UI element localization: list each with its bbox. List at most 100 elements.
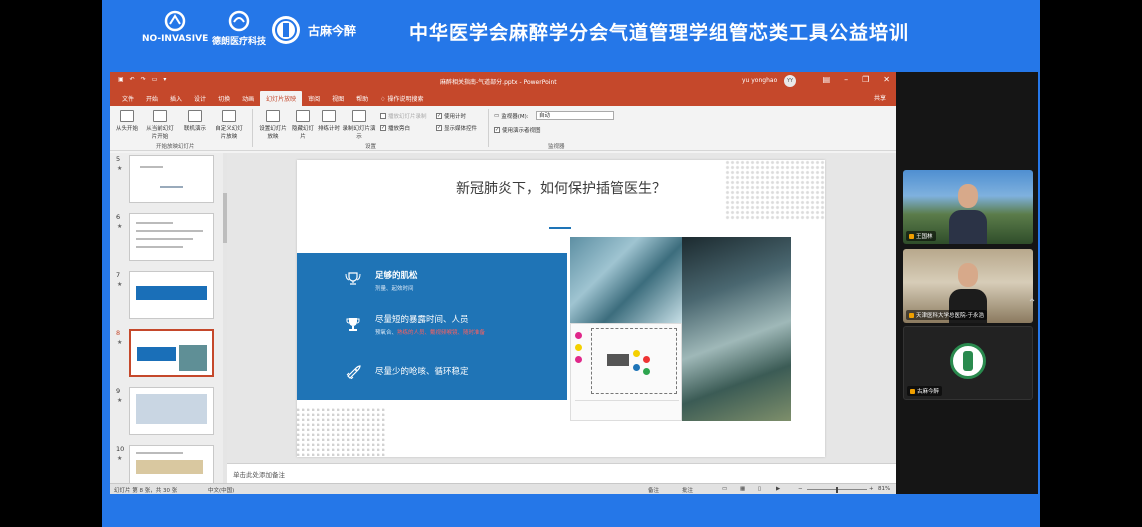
redo-icon[interactable]: ↷ — [141, 76, 146, 83]
slide-sorter-icon[interactable]: ▦ — [740, 486, 745, 492]
participant-video[interactable]: 古麻今醉 — [903, 326, 1033, 400]
minimize-icon[interactable]: – — [844, 75, 848, 84]
custom-slideshow-button[interactable]: 自定义幻灯片放映 — [214, 110, 244, 140]
zoom-in-icon[interactable]: + — [869, 486, 874, 492]
tab-slideshow[interactable]: 幻灯片放映 — [260, 91, 303, 106]
setup-slideshow-icon — [266, 110, 280, 122]
checkbox-box — [380, 113, 386, 119]
legend-dot — [575, 332, 582, 339]
status-bar: 幻灯片 第 8 张，共 30 张 中文(中国) 备注 批注 ▭ ▦ ▯ ▶ − … — [110, 483, 896, 494]
zoom-slider-knob[interactable] — [836, 487, 838, 493]
head-shape — [958, 263, 978, 287]
ribbon-options-icon[interactable]: ▤ — [823, 75, 831, 84]
rehearse-timings-button[interactable]: 排练计时 — [316, 110, 342, 132]
tab-design[interactable]: 设计 — [188, 91, 212, 106]
comments-toggle[interactable]: 批注 — [682, 486, 693, 494]
reading-view-icon[interactable]: ▯ — [758, 486, 761, 492]
participant-label: 天津医科大学总医院-于永浩 — [906, 310, 987, 320]
participant-video[interactable]: 天津医科大学总医院-于永浩 — [903, 249, 1033, 323]
slide-thumbnail[interactable] — [129, 271, 214, 319]
screen: NO-INVASIVE 德朗医疗科技 古麻今醉 中华医学会麻醉学分会气道管理学组… — [0, 0, 1142, 527]
from-beginning-button[interactable]: 从头开始 — [114, 110, 140, 132]
restore-icon[interactable]: ❐ — [862, 75, 869, 84]
from-current-button[interactable]: 从当前幻灯片开始 — [144, 110, 176, 140]
group-label-start: 开始放映幻灯片 — [156, 144, 195, 150]
tab-view[interactable]: 视图 — [326, 91, 350, 106]
monitor-label: ▭ 监视器(M): — [494, 112, 529, 120]
point-sub: 预氧合、 — [375, 330, 398, 336]
ribbon-divider — [252, 109, 253, 147]
presenter-view-checkbox[interactable]: ✓ 使用演示者视图 — [494, 126, 541, 134]
slide-thumbnail[interactable] — [129, 155, 214, 203]
mic-icon — [910, 388, 915, 394]
group-label-setup: 设置 — [365, 144, 377, 150]
setup-slideshow-button[interactable]: 设置幻灯片放映 — [258, 110, 288, 140]
tell-me-search[interactable]: ♢ 操作说明搜索 — [374, 91, 429, 106]
notes-pane[interactable]: 单击此处添加备注 — [227, 463, 896, 483]
zoom-level[interactable]: 81% — [878, 486, 890, 492]
show-media-controls-checkbox[interactable]: ✓ 显示媒体控件 — [436, 124, 477, 132]
tab-help[interactable]: 帮助 — [350, 91, 374, 106]
tab-animations[interactable]: 动画 — [236, 91, 260, 106]
user-name[interactable]: yu yonghao — [742, 77, 777, 84]
use-timings-checkbox[interactable]: ✓ 使用计时 — [436, 112, 466, 120]
slide-thumbnail[interactable] — [129, 387, 214, 435]
checkbox-label: 使用演示者视图 — [502, 128, 541, 134]
record-slideshow-button[interactable]: 录制幻灯片演示 — [342, 110, 376, 140]
present-online-button[interactable]: 联机演示 — [182, 110, 208, 132]
tab-insert[interactable]: 插入 — [164, 91, 188, 106]
point-title: 尽量短的暴露时间、人员 — [375, 315, 469, 325]
tab-review[interactable]: 审阅 — [302, 91, 326, 106]
save-icon[interactable]: ▣ — [118, 76, 124, 83]
language-indicator[interactable]: 中文(中国) — [208, 486, 234, 494]
slide-thumbnail[interactable] — [129, 445, 214, 483]
slide-canvas[interactable]: 新冠肺炎下，如何保护插管医生？ 足够的肌松 剂量、起效时间 尽量短的暴露时间、人… — [227, 153, 896, 483]
point-sub: 剂量、起效时间 — [375, 286, 414, 292]
hide-slide-icon — [296, 110, 310, 122]
logo-text: 古麻今醉 — [308, 23, 357, 38]
room-layout-diagram[interactable] — [570, 323, 682, 421]
participant-image — [949, 184, 987, 244]
tab-transitions[interactable]: 切换 — [212, 91, 236, 106]
window-controls: ▤ – ❐ ✕ — [823, 75, 890, 84]
play-narrations-checkbox[interactable]: ✓ 播放旁白 — [380, 124, 410, 132]
slide-thumbnail-pane[interactable]: 5 ★ 6 ★ 7 ★ 8 ★ 9 ★ 10 ★ — [110, 153, 225, 483]
share-button[interactable]: 共享 — [874, 93, 886, 102]
tab-home[interactable]: 开始 — [140, 91, 164, 106]
point-sub-wrapper: 预氧合、熟练的人员、戴视频喉镜、随时准备 — [375, 328, 485, 336]
checkbox-label: 播放旁白 — [388, 126, 411, 132]
slide-thumbnail[interactable] — [129, 213, 214, 261]
undo-icon[interactable]: ↶ — [130, 76, 135, 83]
hide-slide-button[interactable]: 隐藏幻灯片 — [290, 110, 316, 140]
participant-video[interactable]: 王国林 — [903, 170, 1033, 244]
start-slideshow-icon[interactable]: ▭ — [152, 76, 158, 83]
notes-toggle[interactable]: 备注 — [648, 486, 659, 494]
current-slide[interactable]: 新冠肺炎下，如何保护插管医生？ 足够的肌松 剂量、起效时间 尽量短的暴露时间、人… — [297, 160, 825, 457]
customize-toolbar-icon[interactable]: ▾ — [163, 76, 166, 83]
tab-file[interactable]: 文件 — [116, 91, 140, 106]
slideshow-view-icon[interactable]: ▶ — [776, 486, 780, 492]
button-label: 从头开始 — [115, 126, 138, 132]
checkbox-box: ✓ — [436, 113, 442, 119]
slideshow-current-icon — [153, 110, 167, 122]
key-points-panel[interactable]: 足够的肌松 剂量、起效时间 尽量短的暴露时间、人员 预氧合、熟练的人员、戴视频喉… — [297, 253, 567, 400]
operating-room-photo[interactable] — [682, 237, 791, 421]
delang-logo-icon — [228, 10, 250, 32]
thumb-line — [136, 246, 183, 248]
mic-icon — [909, 312, 914, 318]
slide-title[interactable]: 新冠肺炎下，如何保护插管医生？ — [297, 178, 825, 198]
panel-scroll-icon[interactable] — [1029, 297, 1035, 303]
slide-number: 9 — [116, 387, 121, 395]
zoom-out-icon[interactable]: − — [798, 486, 803, 492]
banner: NO-INVASIVE 德朗医疗科技 古麻今醉 中华医学会麻醉学分会气道管理学组… — [102, 0, 1040, 68]
tell-me-label: 操作说明搜索 — [387, 96, 424, 103]
gumajinzui-seal-icon — [272, 16, 300, 44]
body-shape — [949, 210, 987, 244]
title-bar: ▣ ↶ ↷ ▭ ▾ 麻醉相关指南-气道部分.pptx - PowerPoint … — [110, 72, 896, 89]
normal-view-icon[interactable]: ▭ — [722, 486, 727, 492]
slide-thumbnail-selected[interactable] — [129, 329, 214, 377]
intubation-photo[interactable] — [570, 237, 682, 323]
monitor-dropdown[interactable]: 自动 — [536, 111, 614, 120]
close-icon[interactable]: ✕ — [883, 75, 890, 84]
avatar[interactable]: YY — [784, 75, 796, 87]
